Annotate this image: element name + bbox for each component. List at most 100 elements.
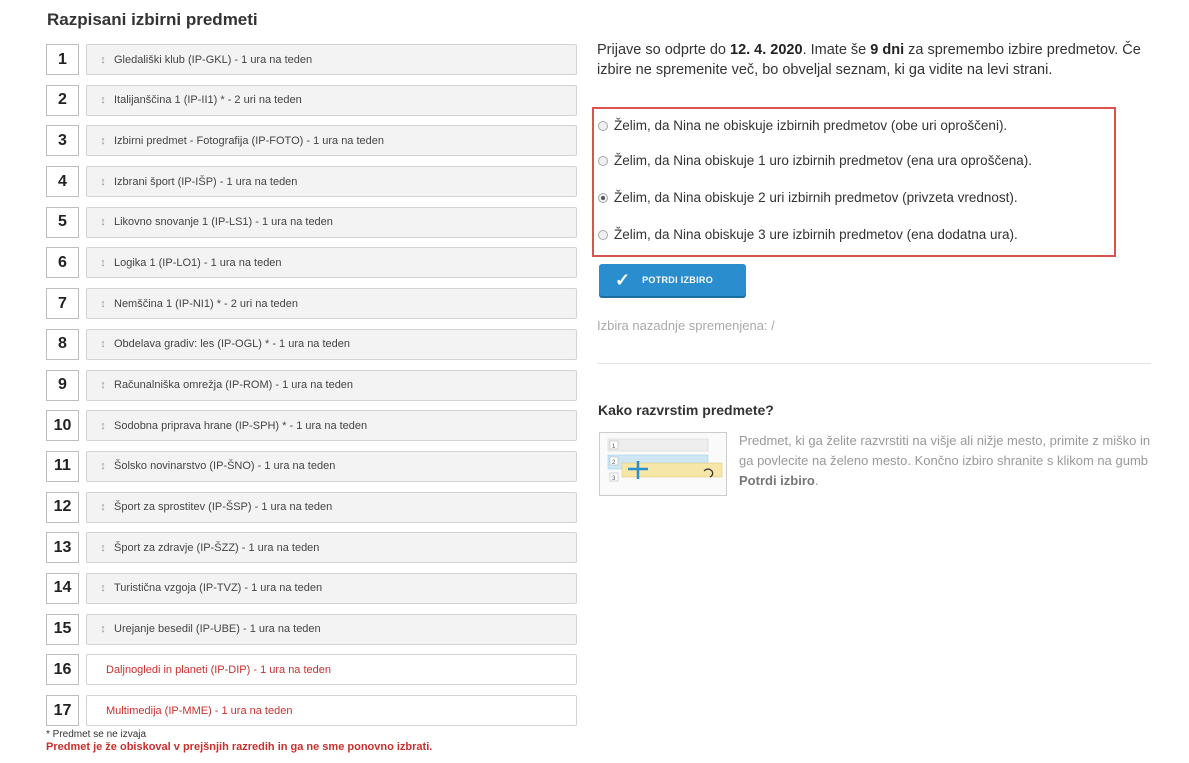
radio-icon[interactable] [598, 120, 608, 131]
drag-handle-icon[interactable]: ↕ [96, 582, 110, 594]
subject-label: Urejanje besedil (IP-UBE) - 1 ura na ted… [114, 623, 321, 636]
subject-row: 11 ↕ Šolsko novinarstvo (IP-ŠNO) - 1 ura n… [46, 449, 578, 485]
subject-label: Obdelava gradiv: les (IP-OGL) * - 1 ura … [114, 338, 351, 351]
subject-row: 2 ↕ Italijanščina 1 (IP-II1) * - 2 uri na … [46, 83, 578, 119]
subject-item[interactable]: ↕ Likovno snovanje 1 (IP-LS1) - 1 ura na … [86, 206, 577, 238]
confirm-selection-button[interactable]: ✓ POTRDI IZBIRO [599, 264, 746, 296]
subject-item[interactable]: ↕ Urejanje besedil (IP-UBE) - 1 ura na te… [86, 613, 577, 645]
subject-row: 1 ↕ Gledališki klub (IP-GKL) - 1 ura na te… [46, 42, 578, 78]
subject-row: 13 ↕ Šport za zdravje (IP-ŠZZ) - 1 ura na … [46, 530, 578, 566]
subject-rank: 2 [46, 84, 79, 116]
subject-rank: 11 [46, 450, 79, 482]
subject-label: Šport za zdravje (IP-ŠZZ) - 1 ura na ted… [114, 541, 320, 554]
radio-icon[interactable] [598, 155, 608, 166]
option-one-hour[interactable]: Želim, da Nina obiskuje 1 uro izbirnih p… [598, 153, 1032, 168]
radio-checked-icon[interactable] [598, 192, 608, 203]
subject-item[interactable]: ↕ Nemščina 1 (IP-NI1) * - 2 uri na teden [86, 288, 577, 320]
drag-handle-icon[interactable]: ↕ [96, 298, 110, 310]
drag-handle-icon[interactable]: ↕ [96, 216, 110, 228]
subject-rank: 13 [46, 532, 79, 564]
subject-label: Italijanščina 1 (IP-II1) * - 2 uri na te… [114, 94, 302, 107]
subject-row: 15 ↕ Urejanje besedil (IP-UBE) - 1 ura na … [46, 612, 578, 648]
subject-rank: 3 [46, 125, 79, 157]
subject-item[interactable]: ↕ Računalniška omrežja (IP-ROM) - 1 ura n… [86, 369, 577, 401]
subject-label: Šolsko novinarstvo (IP-ŠNO) - 1 ura na t… [114, 460, 336, 473]
option-three-hours[interactable]: Želim, da Nina obiskuje 3 ure izbirnih p… [598, 227, 1018, 242]
subject-label: Turistična vzgoja (IP-TVZ) - 1 ura na te… [114, 582, 323, 595]
deadline-date: 12. 4. 2020 [730, 42, 803, 58]
subject-item[interactable]: ↕ Šport za sprostitev (IP-ŠSP) - 1 ura na… [86, 491, 577, 523]
checkmark-icon: ✓ [615, 269, 631, 290]
drag-handle-icon[interactable]: ↕ [96, 460, 110, 472]
drag-handle-icon[interactable]: ↕ [96, 542, 110, 554]
subject-rank: 15 [46, 613, 79, 645]
page-title: Razpisani izbirni predmeti [47, 10, 258, 29]
subject-rank: 7 [46, 288, 79, 320]
drag-handle-icon[interactable]: ↕ [96, 420, 110, 432]
subject-rank: 16 [46, 654, 79, 686]
how-to-title: Kako razvrstim predmete? [598, 402, 774, 418]
drag-handle-icon[interactable]: ↕ [96, 257, 110, 269]
drag-handle-icon[interactable]: ↕ [96, 176, 110, 188]
radio-icon[interactable] [598, 229, 608, 240]
drag-handle-icon[interactable]: ↕ [96, 135, 110, 147]
deadline-info: Prijave so odprte do 12. 4. 2020. Imate … [597, 40, 1157, 80]
subject-item-disabled: Daljnogledi in planeti (IP-DIP) - 1 ura … [86, 654, 577, 686]
subject-label: Daljnogledi in planeti (IP-DIP) - 1 ura … [106, 663, 332, 676]
subject-rank: 9 [46, 369, 79, 401]
subject-row: 12 ↕ Šport za sprostitev (IP-ŠSP) - 1 ura … [46, 490, 578, 526]
subject-row: 8 ↕ Obdelava gradiv: les (IP-OGL) * - 1 ur… [46, 327, 578, 363]
subject-label: Likovno snovanje 1 (IP-LS1) - 1 ura na t… [114, 216, 333, 229]
subject-item[interactable]: ↕ Obdelava gradiv: les (IP-OGL) * - 1 ura… [86, 328, 577, 360]
subject-item[interactable]: ↕ Italijanščina 1 (IP-II1) * - 2 uri na t… [86, 84, 577, 116]
drag-handle-icon[interactable]: ↕ [96, 623, 110, 635]
option-label: Želim, da Nina obiskuje 1 uro izbirnih p… [614, 153, 1032, 168]
drag-handle-icon[interactable]: ↕ [96, 379, 110, 391]
drag-handle-icon[interactable]: ↕ [96, 338, 110, 350]
subject-label: Logika 1 (IP-LO1) - 1 ura na teden [114, 256, 282, 269]
info-text-1: Prijave so odprte do [597, 42, 730, 58]
subject-row: 16 Daljnogledi in planeti (IP-DIP) - 1 ur… [46, 652, 578, 688]
divider [597, 363, 1151, 364]
subject-row: 10 ↕ Sodobna priprava hrane (IP-SPH) * - 1… [46, 408, 578, 444]
subject-rank: 4 [46, 166, 79, 198]
subject-row: 9 ↕ Računalniška omrežja (IP-ROM) - 1 ura … [46, 368, 578, 404]
subject-label: Izbirni predmet - Fotografija (IP-FOTO) … [114, 134, 385, 147]
subject-row: 6 ↕ Logika 1 (IP-LO1) - 1 ura na teden [46, 245, 578, 281]
subject-item[interactable]: ↕ Sodobna priprava hrane (IP-SPH) * - 1 u… [86, 410, 577, 442]
subject-list: 1 ↕ Gledališki klub (IP-GKL) - 1 ura na te… [46, 42, 578, 734]
subject-item-disabled: Multimedija (IP-MME) - 1 ura na teden [86, 695, 577, 726]
subject-label: Izbrani šport (IP-IŠP) - 1 ura na teden [114, 175, 298, 188]
info-text-2: . Imate še [802, 42, 871, 58]
subject-row: 14 ↕ Turistična vzgoja (IP-TVZ) - 1 ura na… [46, 571, 578, 607]
subject-item[interactable]: ↕ Izbrani šport (IP-IŠP) - 1 ura na teden [86, 166, 577, 198]
subject-label: Računalniška omrežja (IP-ROM) - 1 ura na… [114, 379, 354, 391]
footnote-already-taken: Predmet je že obiskoval v prejšnjih razr… [46, 741, 433, 753]
subject-item[interactable]: ↕ Šolsko novinarstvo (IP-ŠNO) - 1 ura na … [86, 450, 577, 482]
drag-handle-icon[interactable]: ↕ [96, 94, 110, 106]
subject-label: Šport za sprostitev (IP-ŠSP) - 1 ura na … [114, 501, 333, 514]
subject-item[interactable]: ↕ Šport za zdravje (IP-ŠZZ) - 1 ura na te… [86, 532, 577, 564]
footnote-not-running: * Predmet se ne izvaja [46, 729, 147, 740]
confirm-button-label: POTRDI IZBIRO [642, 275, 713, 285]
subject-row: 3 ↕ Izbirni predmet - Fotografija (IP-FOTO… [46, 123, 578, 159]
subject-item[interactable]: ↕ Izbirni predmet - Fotografija (IP-FOTO)… [86, 125, 577, 157]
option-label: Želim, da Nina ne obiskuje izbirnih pred… [614, 118, 1008, 133]
drag-handle-icon[interactable]: ↕ [96, 501, 110, 513]
subject-row: 4 ↕ Izbrani šport (IP-IŠP) - 1 ura na tede… [46, 164, 578, 200]
subject-rank: 10 [46, 410, 79, 442]
subject-item[interactable]: ↕ Turistična vzgoja (IP-TVZ) - 1 ura na t… [86, 572, 577, 604]
subject-rank: 8 [46, 328, 79, 360]
how-to-text-1: Predmet, ki ga želite razvrstiti na višj… [739, 433, 1151, 468]
option-no-hours[interactable]: Želim, da Nina ne obiskuje izbirnih pred… [598, 118, 1007, 133]
drag-handle-icon[interactable]: ↕ [96, 54, 110, 66]
subject-label: Multimedija (IP-MME) - 1 ura na teden [106, 704, 293, 717]
subject-rank: 12 [46, 491, 79, 523]
subject-rank: 1 [46, 44, 79, 75]
subject-label: Gledališki klub (IP-GKL) - 1 ura na tede… [114, 53, 313, 66]
subject-rank: 17 [46, 695, 79, 726]
subject-rank: 6 [46, 247, 79, 279]
subject-item[interactable]: ↕ Logika 1 (IP-LO1) - 1 ura na teden [86, 247, 577, 279]
subject-item[interactable]: ↕ Gledališki klub (IP-GKL) - 1 ura na ted… [86, 44, 577, 75]
option-two-hours[interactable]: Želim, da Nina obiskuje 2 uri izbirnih p… [598, 190, 1018, 205]
